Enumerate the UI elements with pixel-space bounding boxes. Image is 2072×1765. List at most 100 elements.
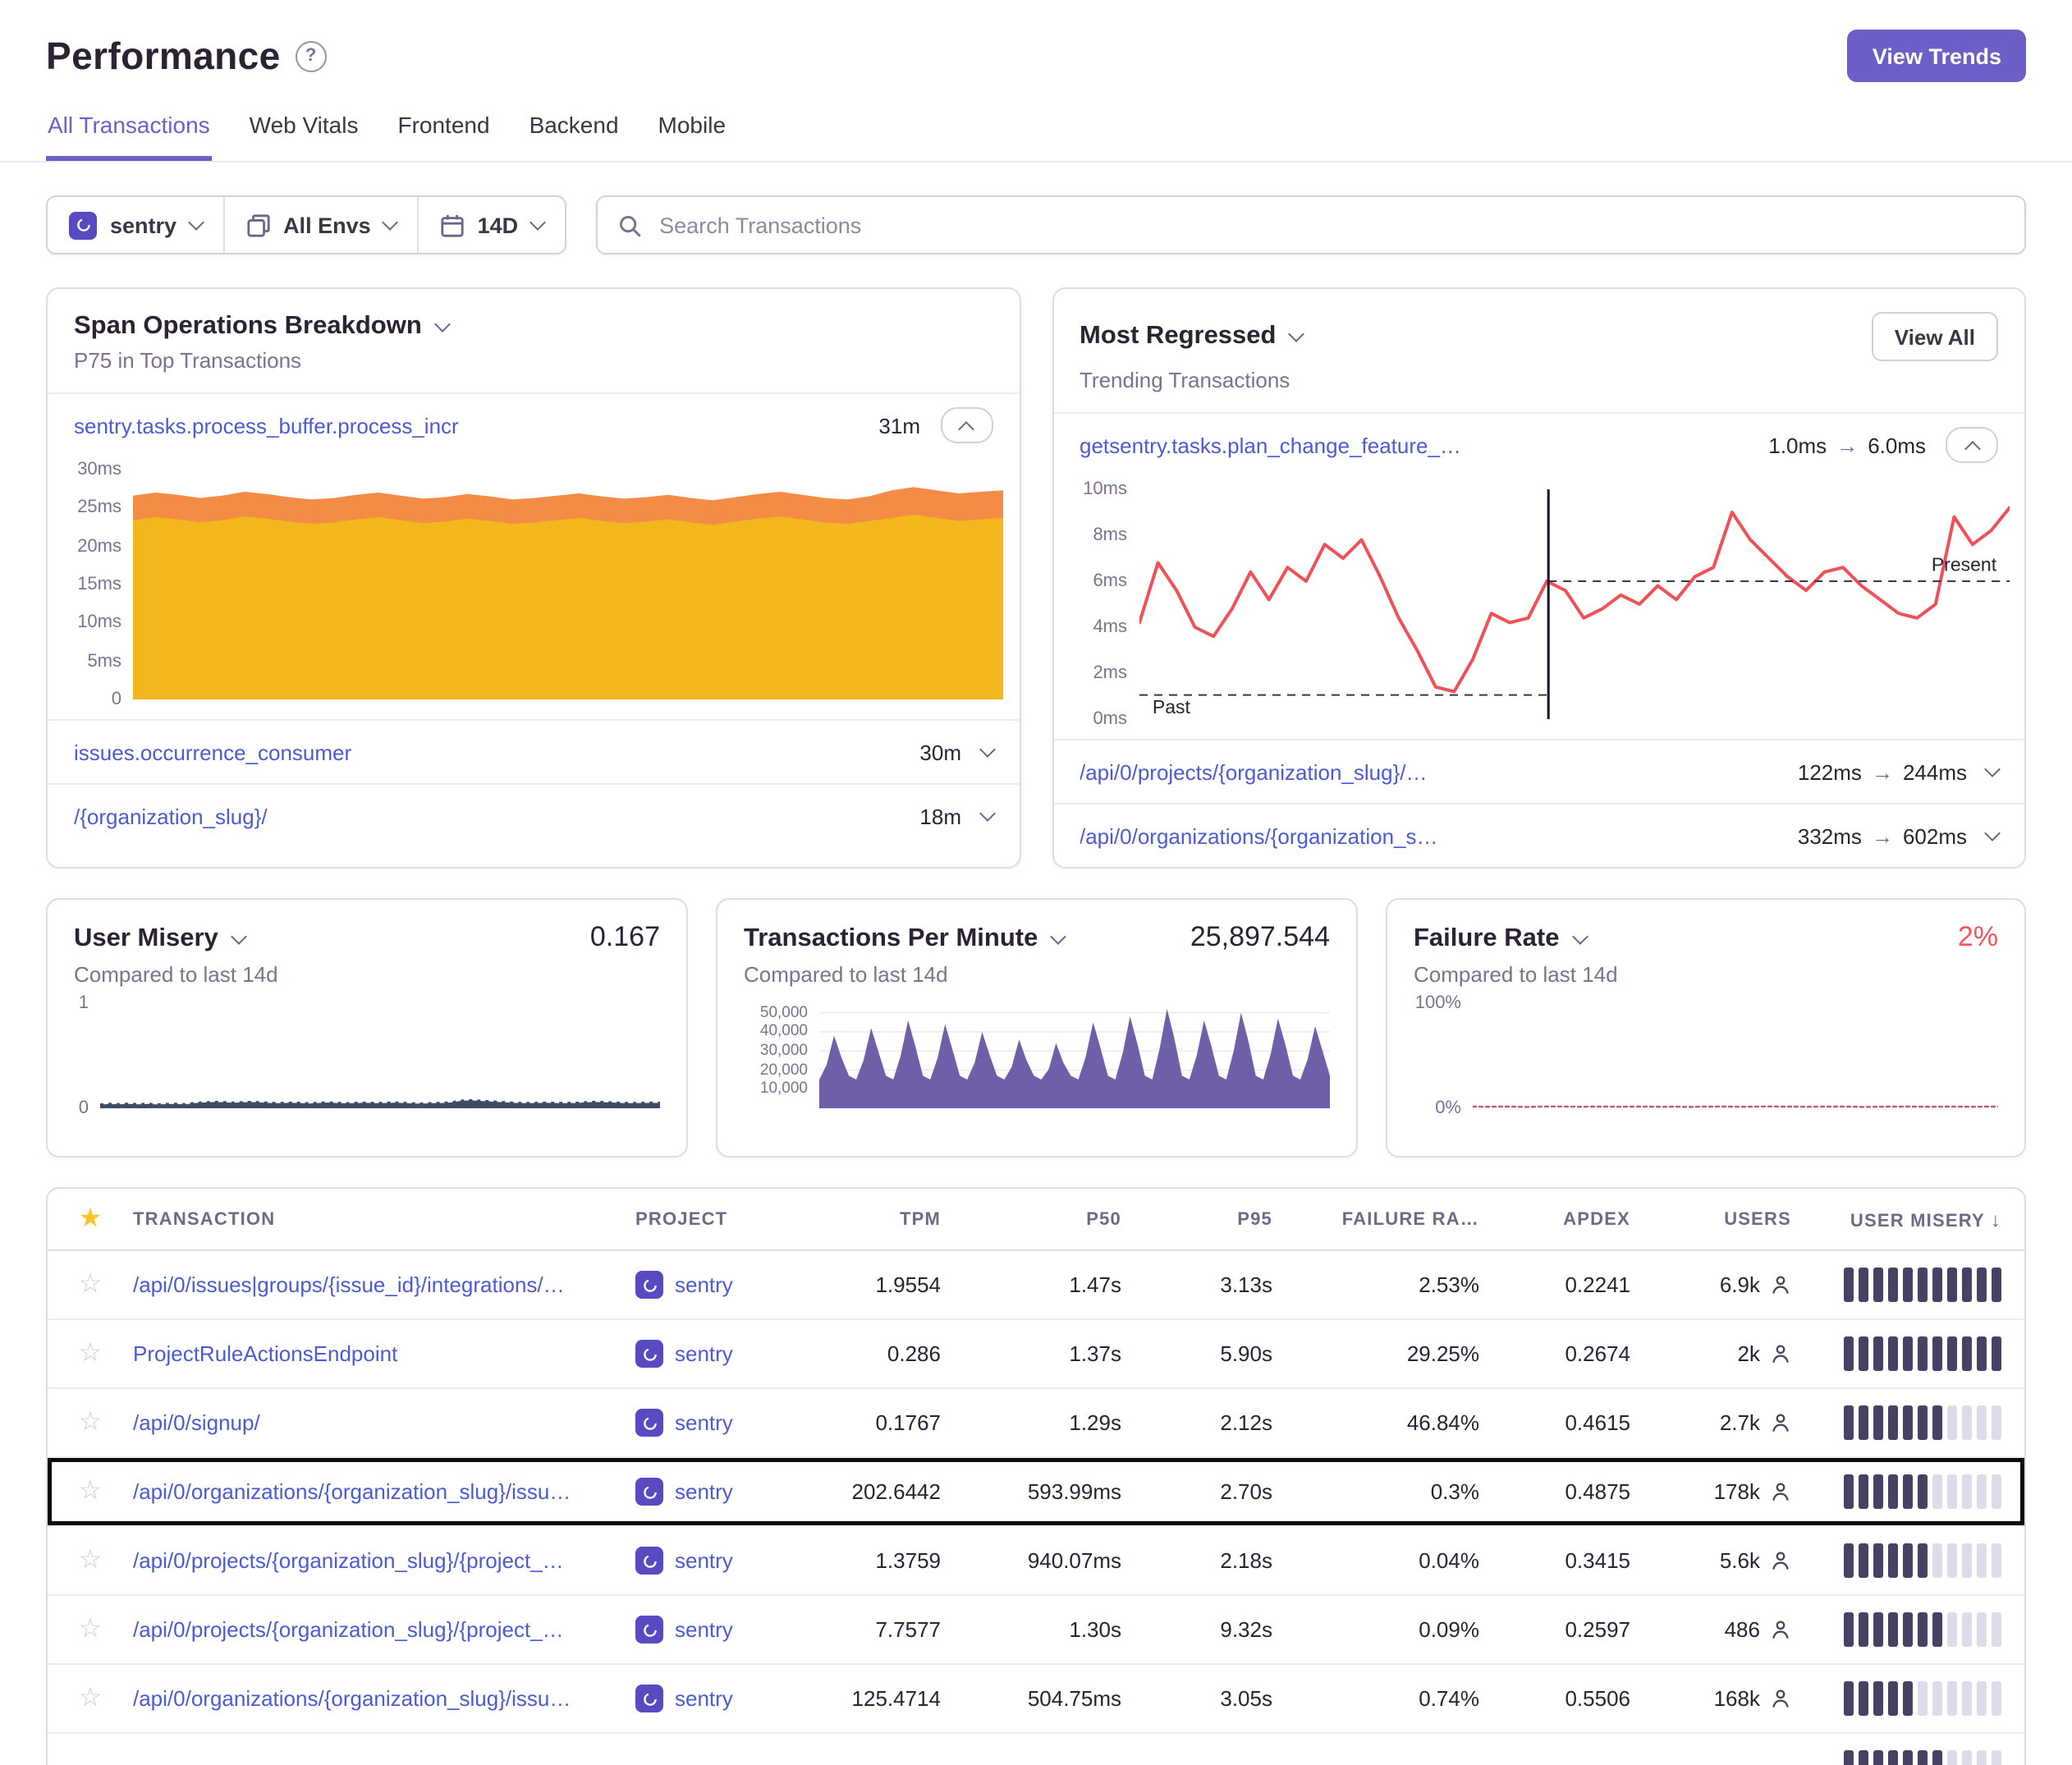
- transaction-link[interactable]: /api/0/projects/{organization_slug}/{pro…: [133, 1548, 635, 1573]
- column-header-failure-rate[interactable]: FAILURE RA…: [1295, 1209, 1502, 1229]
- span-breakdown-title[interactable]: Span Operations Breakdown: [74, 312, 422, 342]
- column-header-p50[interactable]: P50: [964, 1209, 1144, 1229]
- failure-rate-title[interactable]: Failure Rate: [1414, 924, 1559, 954]
- chevron-down-icon[interactable]: [1984, 824, 2001, 841]
- user-icon: [1770, 1688, 1791, 1709]
- table-row[interactable]: ☆ /api/0/projects/{organization_slug}/{p…: [48, 1525, 2024, 1594]
- environment-selector[interactable]: All Envs: [222, 197, 417, 253]
- tab-frontend[interactable]: Frontend: [396, 105, 491, 161]
- tab-all-transactions[interactable]: All Transactions: [46, 105, 212, 161]
- user-misery-title[interactable]: User Misery: [74, 924, 218, 954]
- collapse-button[interactable]: [940, 407, 992, 443]
- transaction-link[interactable]: /api/0/signup/: [133, 1410, 635, 1435]
- transactions-table: ★ TRANSACTION PROJECT TPM P50 P95 FAILUR…: [46, 1187, 2026, 1765]
- regression-transaction-link[interactable]: /api/0/organizations/{organization_s…: [1080, 823, 1778, 848]
- tab-web-vitals[interactable]: Web Vitals: [248, 105, 360, 161]
- chevron-down-icon[interactable]: [979, 805, 995, 821]
- user-misery-chart: [100, 1003, 660, 1108]
- project-selector[interactable]: sentry: [48, 197, 222, 253]
- failure-rate-cell: 2.53%: [1295, 1272, 1502, 1297]
- view-all-button[interactable]: View All: [1872, 312, 1998, 361]
- svg-text:Past: Past: [1152, 696, 1190, 717]
- span-transaction-link[interactable]: sentry.tasks.process_buffer.process_incr: [74, 413, 859, 438]
- span-row: /{organization_slug}/ 18m: [48, 783, 1019, 847]
- p50-cell: 940.07ms: [964, 1548, 1144, 1573]
- span-breakdown-chart-area: 30ms25ms20ms15ms10ms5ms0: [48, 456, 1019, 719]
- project-link[interactable]: sentry: [675, 1479, 733, 1504]
- transaction-link[interactable]: /api/0/projects/{organization_slug}/{pro…: [133, 1617, 635, 1642]
- transaction-link[interactable]: /api/0/issues|groups/{issue_id}/integrat…: [133, 1272, 635, 1297]
- misery-bars: [1814, 1336, 2024, 1371]
- users-count: 2k: [1738, 1341, 1760, 1366]
- project-link[interactable]: sentry: [675, 1548, 733, 1573]
- user-icon: [1770, 1619, 1791, 1640]
- regression-row: /api/0/projects/{organization_slug}/… 12…: [1053, 739, 2024, 803]
- regression-transaction-link[interactable]: getsentry.tasks.plan_change_feature_…: [1080, 433, 1749, 457]
- user-misery-card: User Misery 0.167 Compared to last 14d 1…: [46, 898, 688, 1158]
- project-link[interactable]: sentry: [675, 1272, 733, 1297]
- row-star-icon[interactable]: ☆: [79, 1341, 103, 1367]
- arrow-right-icon: →: [1868, 823, 1896, 848]
- project-link[interactable]: sentry: [675, 1686, 733, 1711]
- user-misery-value: 0.167: [590, 921, 660, 954]
- column-header-project[interactable]: PROJECT: [635, 1209, 806, 1229]
- tab-mobile[interactable]: Mobile: [657, 105, 728, 161]
- chevron-down-icon[interactable]: [1572, 928, 1588, 945]
- tab-backend[interactable]: Backend: [528, 105, 621, 161]
- project-link[interactable]: sentry: [675, 1410, 733, 1435]
- column-header-users[interactable]: USERS: [1653, 1209, 1814, 1229]
- row-star-icon[interactable]: ☆: [79, 1272, 103, 1298]
- tpm-title[interactable]: Transactions Per Minute: [744, 924, 1038, 954]
- row-star-icon[interactable]: ☆: [79, 1478, 103, 1505]
- table-row[interactable]: ☆ /api/0/organizations/{organization_slu…: [48, 1663, 2024, 1732]
- table-row[interactable]: ☆ /api/0/organizations/{organization_slu…: [48, 1456, 2024, 1525]
- row-star-icon[interactable]: ☆: [79, 1685, 103, 1712]
- chevron-down-icon[interactable]: [1984, 760, 2001, 777]
- table-body: ☆ /api/0/issues|groups/{issue_id}/integr…: [48, 1251, 2024, 1765]
- users-count: 168k: [1714, 1686, 1760, 1711]
- misery-bars: [1814, 1268, 2024, 1302]
- most-regressed-title[interactable]: Most Regressed: [1080, 322, 1276, 351]
- column-header-transaction[interactable]: TRANSACTION: [133, 1209, 635, 1229]
- table-row[interactable]: ☆ ProjectRuleActionsEndpoint sentry 0.28…: [48, 1318, 2024, 1387]
- table-row[interactable]: ☆ /api/0/signup/ sentry 0.1767 1.29s 2.1…: [48, 1387, 2024, 1456]
- view-trends-button[interactable]: View Trends: [1848, 30, 2026, 82]
- misery-bars: [1814, 1612, 2024, 1647]
- table-row[interactable]: ☆: [48, 1732, 2024, 1765]
- chevron-down-icon[interactable]: [231, 928, 247, 945]
- column-header-apdex[interactable]: APDEX: [1502, 1209, 1653, 1229]
- row-star-icon[interactable]: ☆: [79, 1547, 103, 1574]
- star-filter-icon[interactable]: ★: [79, 1206, 103, 1232]
- tpm-cell: 125.4714: [806, 1686, 964, 1711]
- users-count: 486: [1725, 1617, 1760, 1642]
- regression-transaction-link[interactable]: /api/0/projects/{organization_slug}/…: [1080, 759, 1778, 784]
- page-header: Performance ? View Trends All Transactio…: [0, 0, 2072, 163]
- transaction-link[interactable]: ProjectRuleActionsEndpoint: [133, 1341, 635, 1366]
- project-link[interactable]: sentry: [675, 1617, 733, 1642]
- row-star-icon[interactable]: ☆: [79, 1616, 103, 1643]
- sort-desc-icon: ↓: [1991, 1208, 2001, 1231]
- chevron-down-icon[interactable]: [1050, 928, 1066, 945]
- p50-cell: 504.75ms: [964, 1686, 1144, 1711]
- users-count: 6.9k: [1720, 1272, 1760, 1297]
- help-icon[interactable]: ?: [296, 40, 327, 71]
- date-range-selector[interactable]: 14D: [417, 197, 565, 253]
- transaction-link[interactable]: /api/0/organizations/{organization_slug}…: [133, 1686, 635, 1711]
- column-header-tpm[interactable]: TPM: [806, 1209, 964, 1229]
- chevron-down-icon[interactable]: [434, 315, 451, 332]
- tpm-value: 25,897.544: [1190, 921, 1330, 954]
- collapse-button[interactable]: [1946, 427, 1998, 463]
- chevron-down-icon[interactable]: [1289, 325, 1305, 342]
- column-header-user-misery[interactable]: USER MISERY ↓: [1814, 1208, 2024, 1231]
- row-star-icon[interactable]: ☆: [79, 1410, 103, 1436]
- table-row[interactable]: ☆ /api/0/projects/{organization_slug}/{p…: [48, 1594, 2024, 1663]
- span-transaction-link[interactable]: /{organization_slug}/: [74, 804, 900, 828]
- span-transaction-link[interactable]: issues.occurrence_consumer: [74, 740, 900, 764]
- search-input[interactable]: [656, 211, 2005, 239]
- span-row-expanded: sentry.tasks.process_buffer.process_incr…: [48, 392, 1019, 456]
- table-row[interactable]: ☆ /api/0/issues|groups/{issue_id}/integr…: [48, 1251, 2024, 1318]
- project-link[interactable]: sentry: [675, 1341, 733, 1366]
- column-header-p95[interactable]: P95: [1144, 1209, 1295, 1229]
- chevron-down-icon[interactable]: [979, 740, 995, 757]
- transaction-link[interactable]: /api/0/organizations/{organization_slug}…: [133, 1479, 635, 1504]
